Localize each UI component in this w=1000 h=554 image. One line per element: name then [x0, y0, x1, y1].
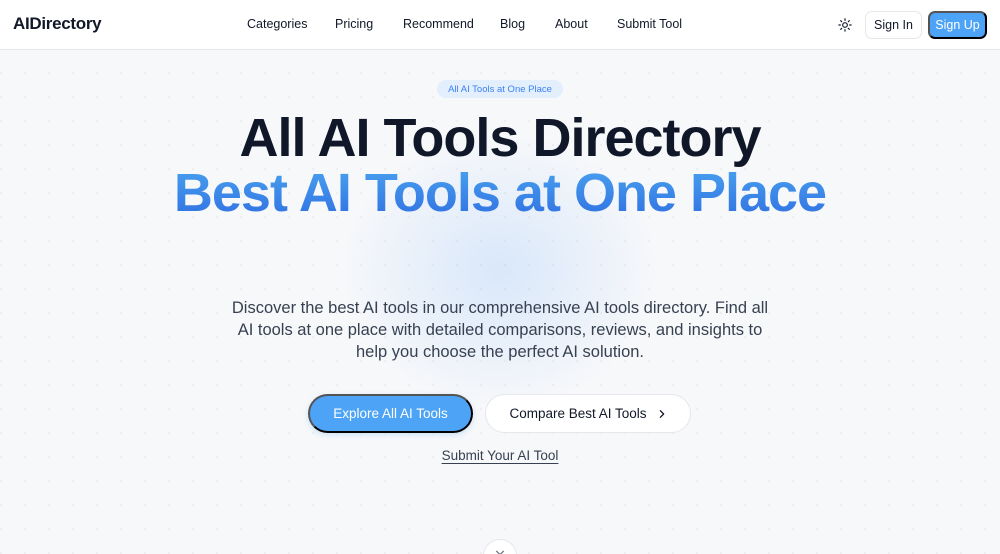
top-header: AIDirectory Categories Pricing Recommend…	[0, 0, 1000, 50]
nav-about[interactable]: About	[555, 17, 588, 31]
hero-description: Discover the best AI tools in our compre…	[231, 299, 769, 361]
page: AIDirectory Categories Pricing Recommend…	[0, 0, 1000, 554]
scroll-down-button[interactable]	[483, 539, 517, 554]
sun-icon	[838, 18, 852, 32]
explore-button-label: Explore All AI Tools	[333, 406, 448, 421]
explore-all-tools-button[interactable]: Explore All AI Tools	[308, 394, 473, 433]
hero-subtitle: Best AI Tools at One Place	[150, 165, 850, 222]
submit-tool-link-wrap: Submit Your AI Tool	[0, 447, 1000, 465]
nav-recommend[interactable]: Recommend	[403, 17, 474, 31]
theme-toggle-button[interactable]	[834, 14, 856, 36]
chevron-right-icon	[659, 409, 664, 418]
nav-categories[interactable]: Categories	[247, 17, 307, 31]
sign-up-button[interactable]: Sign Up	[928, 11, 987, 39]
submit-tool-link[interactable]: Submit Your AI Tool	[442, 448, 559, 463]
nav-blog[interactable]: Blog	[500, 17, 525, 31]
nav-pricing[interactable]: Pricing	[335, 17, 373, 31]
nav-submit-tool[interactable]: Submit Tool	[617, 17, 682, 31]
compare-tools-button[interactable]: Compare Best AI Tools	[485, 394, 691, 433]
compare-button-label: Compare Best AI Tools	[509, 406, 647, 421]
hero-title: All AI Tools Directory	[239, 108, 761, 168]
hero-badge: All AI Tools at One Place	[437, 80, 563, 98]
sign-in-button[interactable]: Sign In	[865, 11, 922, 39]
chevron-down-icon	[496, 550, 504, 554]
